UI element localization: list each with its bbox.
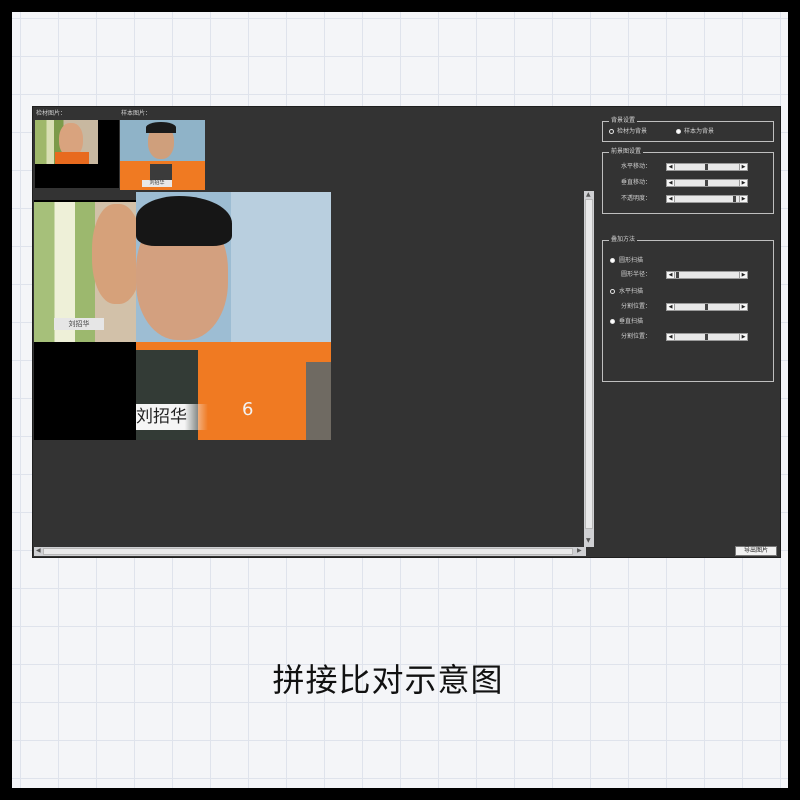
slider-knob[interactable]: [705, 304, 708, 310]
circle-radius-slider[interactable]: ◀ ▶: [666, 271, 748, 279]
export-image-button[interactable]: 导出图片: [735, 546, 777, 556]
horizontal-scroll-thumb[interactable]: [43, 548, 573, 555]
opacity-slider[interactable]: ◀ ▶: [666, 195, 748, 203]
slider-knob[interactable]: [705, 164, 708, 170]
name-caption-bar: 刘招华: [136, 404, 208, 430]
scroll-down-arrow-icon[interactable]: ▼: [586, 537, 591, 545]
material-name-caption: 刘招华: [54, 318, 104, 330]
background-settings-title: 背景设置: [609, 117, 638, 125]
slider-left-arrow-icon[interactable]: ◀: [667, 196, 675, 202]
foreground-settings-group: 前景图设置 水平移动： ◀ ▶ 垂直移动： ◀ ▶ 不透明度： ◀ ▶: [602, 148, 774, 214]
vest-number: 6: [242, 399, 254, 420]
horizontal-move-slider[interactable]: ◀ ▶: [666, 163, 748, 171]
horizontal-split-slider[interactable]: ◀ ▶: [666, 303, 748, 311]
vertical-scrollbar[interactable]: ▲ ▼: [584, 191, 594, 547]
circle-scan-radio[interactable]: [610, 258, 615, 263]
slider-right-arrow-icon[interactable]: ▶: [739, 272, 747, 278]
overlay-method-group: 叠加方法 圆形扫描 圆形半径： ◀ ▶ 水平扫描 分割位置： ◀ ▶ 垂直扫描 …: [602, 236, 774, 382]
sample-background-radio[interactable]: [676, 129, 681, 134]
vertical-scan-radio[interactable]: [610, 319, 615, 324]
material-background-label: 检材为背景: [617, 128, 648, 135]
slider-left-arrow-icon[interactable]: ◀: [667, 334, 675, 340]
slider-left-arrow-icon[interactable]: ◀: [667, 180, 675, 186]
circle-radius-label: 圆形半径：: [621, 271, 652, 278]
slider-knob[interactable]: [705, 180, 708, 186]
horizontal-move-label: 水平移动：: [621, 163, 652, 170]
horizontal-scan-radio[interactable]: [610, 289, 615, 294]
vertical-split-slider[interactable]: ◀ ▶: [666, 333, 748, 341]
overlay-method-title: 叠加方法: [609, 236, 638, 244]
slider-right-arrow-icon[interactable]: ▶: [739, 164, 747, 170]
scroll-right-arrow-icon[interactable]: ▶: [577, 547, 582, 555]
slider-left-arrow-icon[interactable]: ◀: [667, 164, 675, 170]
comparison-canvas[interactable]: 刘招华 6 刘招华: [34, 191, 584, 547]
opacity-label: 不透明度：: [621, 195, 652, 202]
horizontal-split-label: 分割位置：: [621, 303, 652, 310]
material-image-layer: 刘招华: [34, 200, 142, 440]
slider-right-arrow-icon[interactable]: ▶: [739, 196, 747, 202]
background-settings-group: 背景设置 检材为背景 样本为背景: [602, 117, 774, 142]
foreground-settings-title: 前景图设置: [609, 148, 644, 156]
vertical-scan-label: 垂直扫描: [619, 318, 644, 325]
slider-knob[interactable]: [733, 196, 736, 202]
slider-right-arrow-icon[interactable]: ▶: [739, 180, 747, 186]
horizontal-scan-label: 水平扫描: [619, 288, 644, 295]
scroll-left-arrow-icon[interactable]: ◀: [36, 547, 41, 555]
slider-knob[interactable]: [705, 334, 708, 340]
slider-left-arrow-icon[interactable]: ◀: [667, 272, 675, 278]
thumbnail-name-caption: 刘招华: [142, 180, 172, 187]
scroll-up-arrow-icon[interactable]: ▲: [586, 191, 591, 199]
circle-scan-label: 圆形扫描: [619, 257, 644, 264]
slider-knob[interactable]: [676, 272, 679, 278]
sample-image-layer: 6 刘招华: [136, 192, 331, 440]
material-background-radio[interactable]: [609, 129, 614, 134]
slider-right-arrow-icon[interactable]: ▶: [739, 334, 747, 340]
material-thumbnail[interactable]: [35, 120, 119, 188]
horizontal-scrollbar[interactable]: ◀ ▶: [34, 547, 586, 556]
vertical-split-label: 分割位置：: [621, 333, 652, 340]
slider-right-arrow-icon[interactable]: ▶: [739, 304, 747, 310]
material-image-label: 检材图片：: [36, 110, 67, 117]
vertical-scroll-thumb[interactable]: [585, 199, 593, 529]
vertical-move-label: 垂直移动：: [621, 179, 652, 186]
sample-image-label: 样本图片：: [121, 110, 152, 117]
figure-caption: 拼接比对示意图: [272, 661, 504, 699]
sample-background-label: 样本为背景: [684, 128, 715, 135]
large-name-caption: 刘招华: [136, 407, 187, 427]
vertical-move-slider[interactable]: ◀ ▶: [666, 179, 748, 187]
sample-thumbnail[interactable]: 刘招华: [120, 120, 205, 190]
slider-left-arrow-icon[interactable]: ◀: [667, 304, 675, 310]
